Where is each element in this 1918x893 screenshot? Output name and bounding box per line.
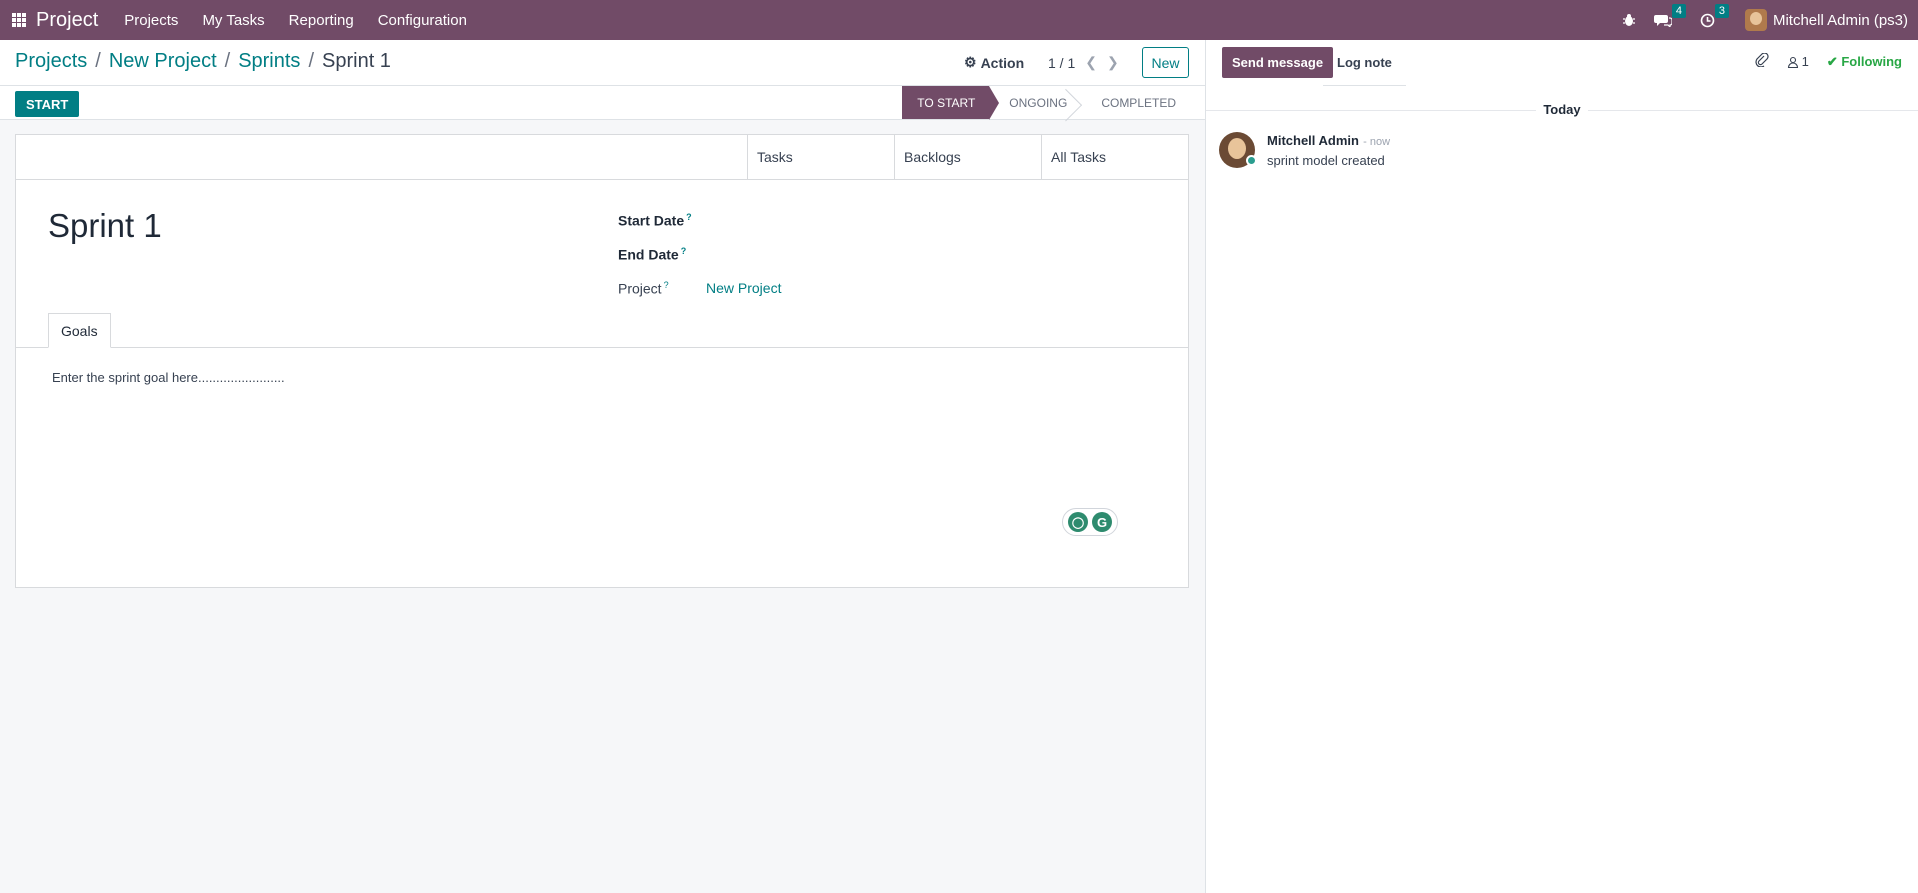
project-value[interactable]: New Project [706, 280, 781, 296]
chatter-topbar: Send message Log note 1 ✔ Following [1206, 40, 1918, 86]
end-date-input[interactable] [706, 244, 1006, 264]
date-separator: Today [1206, 102, 1918, 117]
user-avatar [1744, 9, 1767, 31]
breadcrumb: Projects / New Project / Sprints / Sprin… [15, 50, 391, 73]
smart-buttons: Tasks Backlogs All Tasks [16, 135, 1188, 180]
online-status-dot [1246, 155, 1257, 166]
user-menu[interactable]: Mitchell Admin (ps3) [1744, 9, 1908, 31]
end-date-label: End Date? [618, 245, 687, 263]
all-tasks-smart-button[interactable]: All Tasks [1041, 135, 1188, 179]
apps-menu-icon[interactable] [12, 13, 26, 27]
messages-icon[interactable]: 4 [1653, 4, 1686, 27]
top-navbar: Project Projects My Tasks Reporting Conf… [0, 0, 1918, 40]
menu-reporting[interactable]: Reporting [289, 12, 354, 29]
control-panel: Projects / New Project / Sprints / Sprin… [0, 40, 1205, 86]
gear-icon: ⚙ [964, 54, 977, 70]
project-label: Project? [618, 279, 669, 297]
check-icon: ✔ [1826, 53, 1838, 69]
tab-goals[interactable]: Goals [48, 313, 111, 348]
form-fields: Start Date? End Date? Project? New Proje… [618, 203, 1006, 305]
breadcrumb-sprints[interactable]: Sprints [238, 50, 300, 73]
form-sheet: Tasks Backlogs All Tasks Sprint 1 Start … [15, 134, 1189, 588]
stage-pipeline: TO START ONGOING COMPLETED [902, 86, 1190, 120]
start-date-field: Start Date? [618, 203, 1006, 237]
message-content: Mitchell Admin - now sprint model create… [1267, 132, 1390, 168]
menu-projects[interactable]: Projects [124, 12, 178, 29]
send-message-button[interactable]: Send message [1222, 47, 1334, 78]
breadcrumb-projects[interactable]: Projects [15, 50, 87, 73]
activity-clock-icon[interactable]: 3 [1700, 3, 1729, 28]
top-menu: Projects My Tasks Reporting Configuratio… [124, 12, 467, 29]
user-name: Mitchell Admin (ps3) [1772, 11, 1908, 29]
notebook-tabs: Goals [16, 313, 1188, 348]
message-author[interactable]: Mitchell Admin [1267, 133, 1359, 148]
record-title-field[interactable]: Sprint 1 [48, 207, 162, 245]
messages-badge: 4 [1671, 4, 1686, 18]
breadcrumb-separator: / [224, 50, 231, 72]
action-menu-button[interactable]: ⚙ Action [964, 54, 1024, 71]
status-bar: START TO START ONGOING COMPLETED [0, 86, 1205, 120]
following-button[interactable]: ✔ Following [1827, 54, 1902, 70]
stage-completed[interactable]: COMPLETED [1081, 86, 1190, 119]
chevron-right-icon[interactable]: ❯ [1107, 54, 1119, 71]
activities-badge: 3 [1714, 3, 1729, 18]
bug-icon[interactable] [1622, 13, 1636, 27]
pager: 1 / 1 ❮ ❯ [1048, 54, 1119, 71]
message-header: Mitchell Admin - now [1267, 132, 1390, 149]
chatter-panel: Send message Log note 1 ✔ Following Toda… [1205, 40, 1918, 893]
tasks-smart-button[interactable]: Tasks [747, 135, 894, 179]
message-body: sprint model created [1267, 153, 1385, 168]
chatter-actions: 1 ✔ Following [1754, 52, 1902, 70]
project-field: Project? New Project [618, 271, 1006, 305]
breadcrumb-current: Sprint 1 [322, 50, 391, 72]
systray: 4 3 Mitchell Admin (ps3) [1622, 0, 1908, 40]
new-button[interactable]: New [1142, 47, 1189, 78]
log-note-button[interactable]: Log note [1323, 40, 1406, 86]
paperclip-icon[interactable] [1754, 52, 1769, 70]
author-avatar[interactable] [1219, 132, 1257, 168]
end-date-field: End Date? [618, 237, 1006, 271]
pager-value[interactable]: 1 / 1 [1048, 55, 1075, 71]
sprint-goal-editor[interactable]: Enter the sprint goal here..............… [52, 370, 285, 385]
followers-count: 1 [1801, 54, 1809, 69]
grammarly-widget[interactable]: ◯ G [1062, 508, 1118, 536]
app-brand[interactable]: Project [36, 9, 98, 32]
start-button[interactable]: START [15, 91, 80, 117]
breadcrumb-separator: / [95, 50, 101, 72]
menu-my-tasks[interactable]: My Tasks [202, 12, 264, 29]
start-date-label: Start Date? [618, 211, 692, 229]
message-time: - now [1363, 136, 1391, 148]
menu-configuration[interactable]: Configuration [378, 12, 467, 29]
stage-to-start[interactable]: TO START [902, 86, 1000, 120]
breadcrumb-new-project[interactable]: New Project [109, 50, 217, 73]
chatter-message: Mitchell Admin - now sprint model create… [1219, 132, 1390, 168]
following-label: Following [1841, 53, 1902, 69]
user-icon [1787, 56, 1798, 68]
start-date-input[interactable] [706, 210, 1006, 230]
breadcrumb-separator: / [308, 50, 314, 72]
stage-ongoing[interactable]: ONGOING [989, 86, 1081, 119]
chevron-left-icon[interactable]: ❮ [1085, 54, 1097, 71]
action-label: Action [980, 54, 1025, 71]
followers-button[interactable]: 1 [1787, 54, 1809, 69]
form-view: Projects / New Project / Sprints / Sprin… [0, 40, 1205, 893]
grammarly-icon[interactable]: G [1092, 512, 1112, 532]
backlogs-smart-button[interactable]: Backlogs [894, 135, 1041, 179]
lightbulb-icon[interactable]: ◯ [1068, 512, 1088, 532]
